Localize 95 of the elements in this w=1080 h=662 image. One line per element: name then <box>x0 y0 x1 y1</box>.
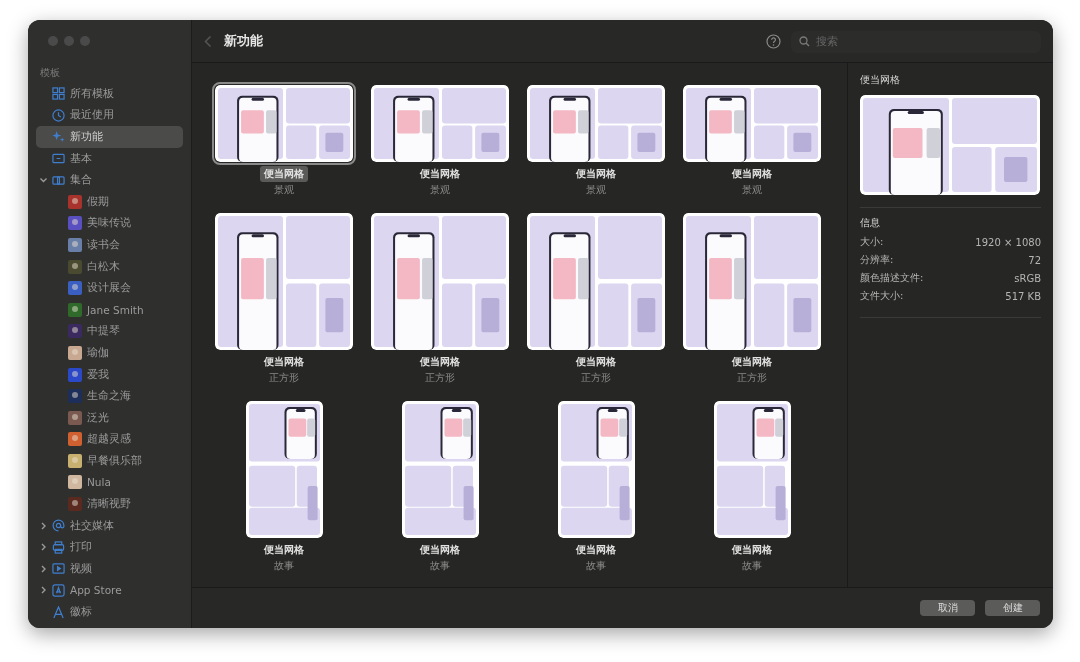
section-heading: 模板 <box>39 66 61 80</box>
cover-icon <box>68 497 82 512</box>
template-title[interactable]: 便当网格 <box>416 542 464 558</box>
info-label: 大小: <box>860 235 884 249</box>
cover-icon <box>68 453 82 468</box>
cover-icon <box>68 324 82 339</box>
at-sign-icon <box>52 519 65 533</box>
frame-icon <box>52 152 65 166</box>
cover-icon <box>68 389 82 404</box>
sidebar-item[interactable]: App Store <box>36 579 183 602</box>
sidebar-item[interactable]: 集合 <box>36 169 183 191</box>
template-subtitle: 正方形 <box>737 371 767 385</box>
info-label: 文件大小: <box>860 289 904 303</box>
dialog-button[interactable]: 创建 <box>985 600 1040 616</box>
chevron-icon[interactable] <box>40 543 47 552</box>
cover-icon <box>68 345 82 360</box>
grid-icon <box>52 87 65 101</box>
sidebar-item[interactable]: 徽标 <box>36 601 183 623</box>
cover-icon <box>68 432 82 447</box>
screen-icon <box>52 562 65 576</box>
sparkle-icon <box>52 130 65 144</box>
cover-icon <box>68 194 82 209</box>
template-title[interactable]: 便当网格 <box>572 166 620 182</box>
info-value: 72 <box>1028 254 1041 266</box>
cover-icon <box>68 259 82 274</box>
sidebar-item[interactable]: 爱我 <box>36 363 183 386</box>
template-subtitle: 景观 <box>430 183 450 197</box>
template-subtitle: 景观 <box>586 183 606 197</box>
sidebar-item[interactable]: 读书会 <box>36 234 183 256</box>
template-title[interactable]: 便当网格 <box>260 354 308 370</box>
template-name: 便当网格 <box>860 73 901 87</box>
cover-icon <box>68 367 82 382</box>
sidebar-item[interactable]: 中提琴 <box>36 320 183 343</box>
sidebar-item[interactable]: 视频 <box>36 558 183 580</box>
template-title[interactable]: 便当网格 <box>416 354 464 370</box>
chevron-icon[interactable] <box>40 564 47 573</box>
template-title[interactable]: 便当网格 <box>416 166 464 182</box>
sidebar-item[interactable]: 设计展会 <box>36 277 183 299</box>
letter-icon <box>52 605 65 619</box>
template-subtitle: 故事 <box>742 559 762 573</box>
sidebar-item[interactable]: 假期 <box>36 190 183 213</box>
cover-icon <box>68 302 82 317</box>
template-subtitle: 景观 <box>274 183 294 197</box>
stack-icon <box>52 173 65 187</box>
cover-icon <box>68 281 82 296</box>
sidebar-item[interactable]: 所有模板 <box>36 83 183 105</box>
template-title[interactable]: 便当网格 <box>728 354 776 370</box>
template-title[interactable]: 便当网格 <box>572 542 620 558</box>
info-value: 1920 × 1080 <box>975 236 1041 248</box>
sidebar-item[interactable]: 超越灵感 <box>36 428 183 451</box>
cover-icon <box>68 237 82 252</box>
sidebar-item[interactable]: 最近使用 <box>36 104 183 127</box>
info-value: 517 KB <box>1005 290 1041 302</box>
template-title[interactable]: 便当网格 <box>572 354 620 370</box>
sidebar-item[interactable]: 打印 <box>36 536 183 559</box>
sidebar-item[interactable]: 清晰视野 <box>36 493 183 515</box>
cover-icon <box>68 216 82 231</box>
printer-icon <box>52 540 65 554</box>
template-title[interactable]: 便当网格 <box>728 542 776 558</box>
search-icon <box>799 35 810 47</box>
sidebar-item[interactable]: Nula <box>36 471 183 494</box>
chevron-icon[interactable] <box>39 176 48 184</box>
cover-icon <box>68 475 82 490</box>
template-title[interactable]: 便当网格 <box>260 166 308 182</box>
template-subtitle: 故事 <box>274 559 294 573</box>
info-label: 颜色描述文件: <box>860 271 924 285</box>
window-title: 新功能 <box>224 32 263 50</box>
template-title[interactable]: 便当网格 <box>260 542 308 558</box>
sidebar-item[interactable]: 瑜伽 <box>36 342 183 364</box>
chevron-icon[interactable] <box>40 586 47 595</box>
help-icon[interactable] <box>766 33 781 49</box>
template-title[interactable]: 便当网格 <box>728 166 776 182</box>
sidebar-item[interactable]: 社交媒体 <box>36 514 183 537</box>
sidebar-item[interactable]: 早餐俱乐部 <box>36 450 183 472</box>
sidebar-item[interactable]: 生命之海 <box>36 385 183 407</box>
template-subtitle: 正方形 <box>269 371 299 385</box>
app-icon <box>52 583 65 597</box>
sidebar-item[interactable]: 美味传说 <box>36 212 183 235</box>
sidebar-item[interactable]: 新功能 <box>36 126 183 148</box>
sidebar-item[interactable]: 基本 <box>36 147 183 170</box>
info-label: 分辨率: <box>860 253 894 267</box>
clock-icon <box>52 108 65 122</box>
cover-icon <box>68 410 82 425</box>
info-value: sRGB <box>1014 272 1041 284</box>
chevron-icon[interactable] <box>40 521 47 530</box>
template-subtitle: 故事 <box>586 559 606 573</box>
template-subtitle: 正方形 <box>425 371 455 385</box>
template-subtitle: 故事 <box>430 559 450 573</box>
dialog-button[interactable]: 取消 <box>920 600 975 616</box>
template-subtitle: 景观 <box>742 183 762 197</box>
info-heading: 信息 <box>860 216 881 230</box>
sidebar-item[interactable]: 泛光 <box>36 406 183 429</box>
sidebar-item[interactable]: Jane Smith <box>36 298 183 321</box>
sidebar-item[interactable]: 白松木 <box>36 255 183 278</box>
template-subtitle: 正方形 <box>581 371 611 385</box>
